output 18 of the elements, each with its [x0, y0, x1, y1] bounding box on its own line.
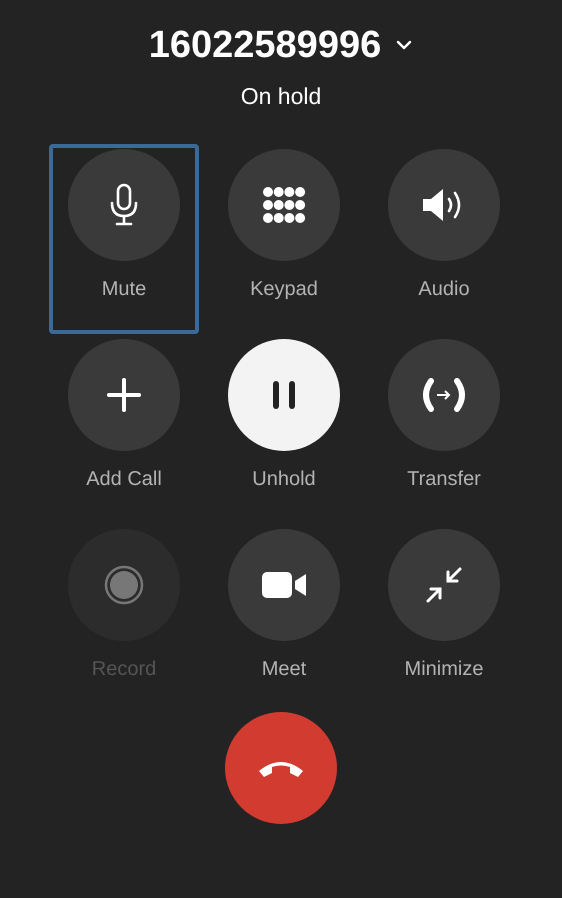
- phone-number: 16022589996: [148, 23, 382, 68]
- audio-button[interactable]: Audio: [369, 144, 519, 334]
- microphone-icon: [109, 183, 139, 227]
- call-status: On hold: [240, 82, 322, 110]
- unhold-button[interactable]: Unhold: [209, 334, 359, 524]
- plus-icon: [107, 378, 141, 412]
- record-icon: [104, 565, 144, 605]
- transfer-button[interactable]: Transfer: [369, 334, 519, 524]
- mute-button[interactable]: Mute: [49, 144, 199, 334]
- chevron-down-icon[interactable]: [395, 39, 414, 51]
- add-call-button[interactable]: Add Call: [49, 334, 199, 524]
- keypad-icon: [262, 186, 306, 224]
- video-camera-icon: [260, 570, 308, 600]
- pause-icon: [270, 379, 298, 411]
- collapse-arrows-icon: [424, 565, 464, 605]
- minimize-button[interactable]: Minimize: [369, 524, 519, 714]
- meet-button[interactable]: Meet: [209, 524, 359, 714]
- keypad-button[interactable]: Keypad: [209, 144, 359, 334]
